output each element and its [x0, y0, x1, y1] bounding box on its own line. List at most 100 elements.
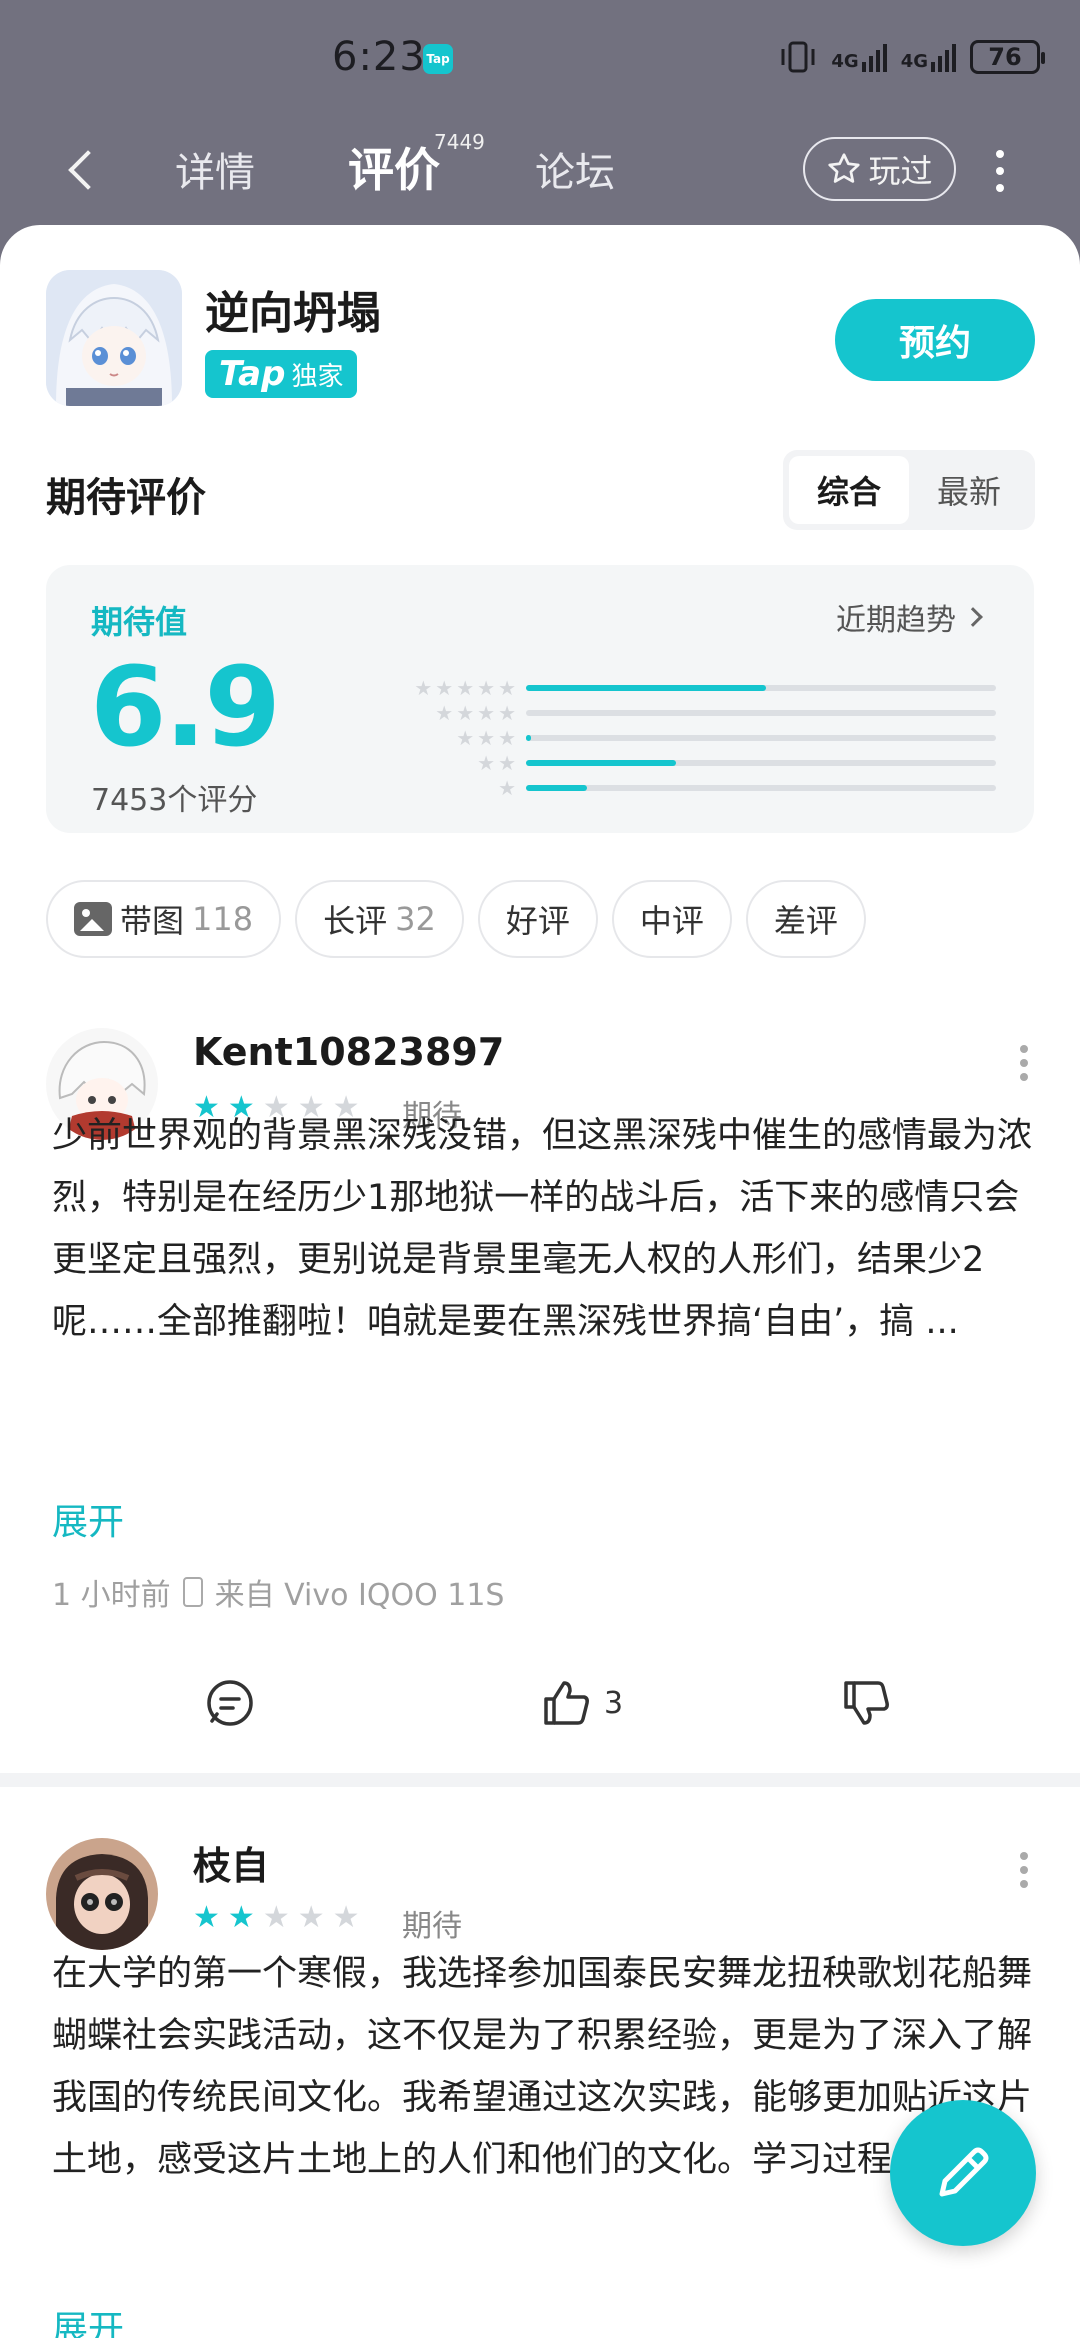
battery-icon: 76: [970, 40, 1045, 74]
chip-label: 带图: [120, 902, 185, 940]
phone-icon: [182, 1577, 203, 1607]
filter-chip-with-images[interactable]: 带图 118: [46, 880, 282, 958]
sort-option-overall[interactable]: 综合: [789, 456, 909, 524]
like-button[interactable]: 3: [540, 1677, 623, 1729]
distribution-bar-fill: [526, 734, 531, 741]
distribution-bar: [526, 759, 996, 766]
comment-icon: [207, 1680, 253, 1726]
more-menu-icon[interactable]: [990, 150, 1010, 196]
expand-link[interactable]: 展开: [52, 2300, 124, 2338]
back-arrow-icon[interactable]: [58, 142, 118, 202]
star-icon: ★: [193, 1900, 220, 1935]
star-icon: ★: [477, 725, 496, 750]
thumbs-up-icon: [544, 1681, 589, 1725]
tab-reviews[interactable]: 评价: [348, 134, 440, 200]
star-icon: ★: [498, 750, 516, 775]
distribution-bar-fill: [526, 759, 677, 766]
game-header: 逆向坍塌 Tap 独家 预约: [0, 225, 1080, 425]
expand-link[interactable]: 展开: [52, 1493, 124, 1545]
recent-trend-label: 近期趋势: [836, 603, 956, 638]
filter-chip-positive[interactable]: 好评: [477, 880, 598, 958]
pencil-icon: [939, 2147, 989, 2197]
star-icon: ★: [477, 700, 496, 725]
distribution-bar-fill: [526, 784, 588, 791]
score-label: 期待值: [91, 603, 188, 641]
star-icon: ★: [297, 1900, 325, 1935]
content-sheet: 逆向坍塌 Tap 独家 预约 期待评价 综合 最新 期待值 6.9 7453个评…: [0, 225, 1080, 2338]
review-more-icon[interactable]: [1018, 1852, 1030, 1892]
tap-brand-label: Tap: [219, 354, 286, 394]
distribution-row-5-star: ★ ★ ★ ★ ★: [386, 675, 996, 700]
review-meta: 1 小时前 来自 Vivo IQOO 11S: [52, 1570, 504, 1614]
chip-label: 长评: [323, 902, 388, 940]
star-icon: ★: [262, 1900, 290, 1935]
distribution-bar-fill: [526, 684, 766, 691]
write-review-button[interactable]: [890, 2100, 1036, 2246]
distribution-bar: [526, 684, 996, 691]
tab-reviews-count: 7449: [434, 130, 485, 154]
distribution-row-1-star: ★: [386, 775, 996, 800]
chip-label: 中评: [639, 902, 704, 940]
score-value: 6.9: [90, 643, 281, 771]
distribution-bar: [526, 709, 996, 716]
distribution-bar: [526, 784, 996, 791]
image-icon: [74, 902, 112, 936]
star-icon: ★: [498, 675, 516, 700]
star-icon: ★: [456, 700, 475, 725]
reserve-button[interactable]: 预约: [835, 299, 1035, 381]
star-icon: ★: [435, 675, 454, 700]
chip-label: 好评: [505, 902, 570, 940]
distribution-bar: [526, 734, 996, 741]
star-icon: ★: [498, 725, 516, 750]
star-icon: ★: [477, 675, 496, 700]
distribution-stars: ★ ★ ★ ★ ★: [386, 678, 516, 698]
tab-details[interactable]: 详情: [175, 140, 255, 198]
chip-label: 差评: [773, 902, 838, 940]
distribution-row-3-star: ★ ★ ★: [386, 725, 996, 750]
distribution-row-4-star: ★ ★ ★ ★: [386, 700, 996, 725]
star-icon: ★: [227, 1900, 255, 1935]
star-icon: ★: [435, 700, 454, 725]
distribution-stars: ★ ★ ★ ★: [386, 703, 516, 723]
filter-chip-negative[interactable]: 差评: [745, 880, 866, 958]
sort-option-latest[interactable]: 最新: [909, 456, 1029, 524]
filter-chip-neutral[interactable]: 中评: [611, 880, 732, 958]
avatar[interactable]: [46, 1838, 158, 1950]
dislike-button[interactable]: [840, 1677, 892, 1729]
comment-button[interactable]: [204, 1677, 256, 1729]
star-icon: ★: [477, 750, 496, 775]
rating-label: 期待: [402, 1909, 462, 1944]
filter-chips: 带图 118 长评 32 好评 中评 差评: [46, 880, 866, 958]
tap-app-badge-icon: Tap: [423, 44, 453, 74]
distribution-stars: ★ ★: [386, 753, 516, 773]
review-more-icon[interactable]: [1018, 1045, 1030, 1085]
review-actions: 3: [0, 1677, 1080, 1757]
like-count: 3: [604, 1685, 624, 1721]
thumbs-down-icon: [844, 1681, 889, 1725]
recent-trend-link[interactable]: 近期趋势: [836, 595, 983, 639]
chip-count: 32: [395, 900, 436, 938]
filter-chip-long-reviews[interactable]: 长评 32: [295, 880, 464, 958]
review-device: 来自 Vivo IQOO 11S: [214, 1578, 505, 1613]
star-icon: ★: [414, 675, 433, 700]
cell-signal-2-icon: 4G: [901, 42, 956, 72]
review-username[interactable]: Kent10823897: [193, 1030, 504, 1074]
game-title: 逆向坍塌: [205, 288, 381, 339]
star-icon: ★: [332, 1900, 360, 1935]
star-icon: ★: [498, 775, 516, 800]
star-icon: ★: [456, 725, 475, 750]
star-icon: ★: [456, 675, 475, 700]
star-outline-icon: [828, 153, 861, 183]
tap-exclusive-badge: Tap 独家: [205, 350, 358, 398]
status-time: 6:23: [332, 34, 426, 80]
review-username[interactable]: 枝自: [193, 1835, 269, 1890]
played-button[interactable]: 玩过: [803, 137, 956, 201]
review-text[interactable]: 少前世界观的背景黑深残没错，但这黑深残中催生的感情最为浓烈，特别是在经历少1那地…: [52, 1105, 1042, 1415]
exclusive-label: 独家: [291, 361, 344, 392]
rating-count: 7453个评分: [91, 783, 258, 818]
tab-forum[interactable]: 论坛: [535, 140, 615, 198]
divider: [0, 1773, 1080, 1787]
game-app-icon[interactable]: [46, 270, 182, 406]
rating-distribution: ★ ★ ★ ★ ★ ★ ★ ★ ★ ★ ★ ★ ★ ★ ★: [386, 675, 996, 800]
vibrate-icon: [781, 41, 815, 73]
